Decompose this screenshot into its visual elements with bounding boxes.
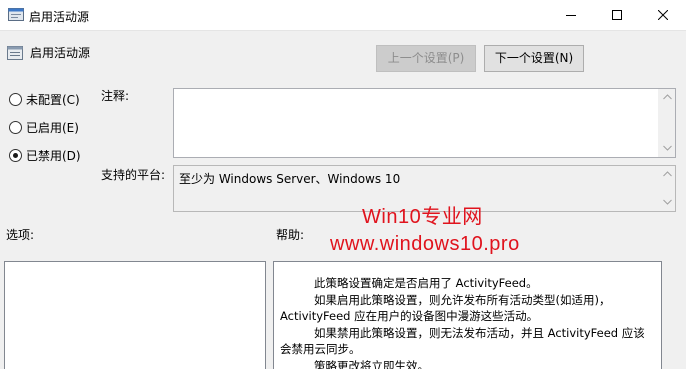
scroll-down-button[interactable] xyxy=(659,140,676,157)
radio-disabled[interactable]: 已禁用(D) xyxy=(9,146,81,164)
help-paragraph: 如果禁用此策略设置，则无法发布活动，并且 ActivityFeed 应该 xyxy=(314,325,645,340)
title-bar: 启用活动源 xyxy=(0,0,686,31)
help-label: 帮助: xyxy=(276,228,305,242)
radio-circle-checked[interactable] xyxy=(9,148,22,162)
setting-title: 启用活动源 xyxy=(30,46,91,60)
policy-window-icon xyxy=(8,8,24,22)
chevron-down-icon xyxy=(663,199,672,205)
next-setting-button[interactable]: 下一个设置(N) xyxy=(484,45,584,72)
help-paragraph: 会禁用云同步。 xyxy=(280,342,361,356)
chevron-down-icon xyxy=(663,145,672,151)
radio-circle[interactable] xyxy=(9,120,22,134)
scroll-up-button[interactable] xyxy=(659,166,676,183)
help-paragraph: 此策略设置确定是否启用了 ActivityFeed。 xyxy=(314,276,538,290)
scroll-down-button[interactable] xyxy=(659,194,676,211)
platform-scrollbar[interactable] xyxy=(658,166,675,211)
radio-enabled[interactable]: 已启用(E) xyxy=(9,118,79,136)
watermark-title: Win10专业网 xyxy=(362,206,483,228)
window-title: 启用活动源 xyxy=(29,10,90,24)
help-panel: 此策略设置确定是否启用了 ActivityFeed。 如果启用此策略设置，则允许… xyxy=(273,261,662,369)
minimize-button[interactable] xyxy=(548,0,594,31)
radio-not-configured[interactable]: 未配置(C) xyxy=(9,90,80,108)
previous-setting-button[interactable]: 上一个设置(P) xyxy=(376,45,476,72)
maximize-icon xyxy=(612,10,622,20)
chevron-up-icon xyxy=(663,171,672,177)
help-paragraph: 如果启用此策略设置，则允许发布所有活动类型(如适用)， xyxy=(314,292,611,307)
help-paragraph: 策略更改将立即生效。 xyxy=(314,358,429,369)
comment-label: 注释: xyxy=(101,89,130,103)
options-label: 选项: xyxy=(6,228,35,242)
close-icon xyxy=(658,10,668,20)
help-text: 此策略设置确定是否启用了 ActivityFeed。 如果启用此策略设置，则允许… xyxy=(280,275,658,369)
help-paragraph: ActivityFeed 应在用户的设备图中漫游这些活动。 xyxy=(280,309,539,323)
radio-label: 未配置(C) xyxy=(26,92,80,107)
policy-setting-icon xyxy=(7,45,23,61)
scroll-up-button[interactable] xyxy=(659,89,676,106)
options-panel xyxy=(4,261,266,369)
radio-label: 已启用(E) xyxy=(26,120,79,135)
minimize-icon xyxy=(566,15,576,16)
maximize-button[interactable] xyxy=(594,0,640,31)
close-button[interactable] xyxy=(640,0,686,31)
comment-textarea[interactable] xyxy=(173,88,676,158)
radio-label: 已禁用(D) xyxy=(26,148,81,163)
radio-circle[interactable] xyxy=(9,92,22,106)
platform-label: 支持的平台: xyxy=(101,168,166,182)
chevron-up-icon xyxy=(663,94,672,100)
comment-scrollbar[interactable] xyxy=(658,89,675,157)
watermark-url: www.windows10.pro xyxy=(330,233,520,255)
platform-value: 至少为 Windows Server、Windows 10 xyxy=(179,172,401,186)
